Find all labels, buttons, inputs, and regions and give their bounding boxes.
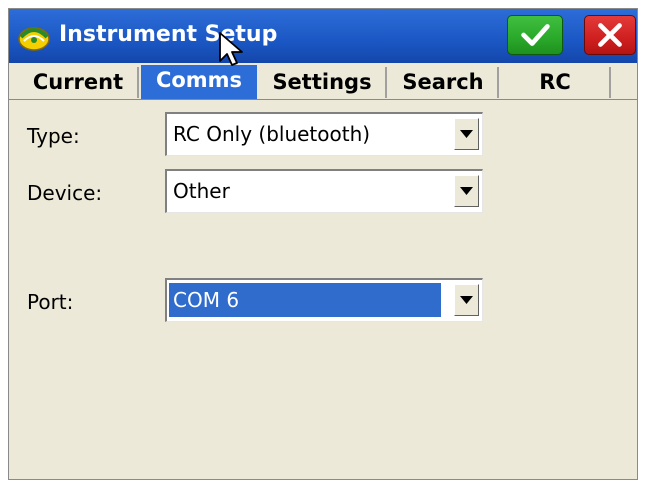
dropdown-arrow-icon <box>460 187 473 195</box>
ok-button[interactable] <box>507 15 563 55</box>
tab-comms[interactable]: Comms <box>141 65 257 99</box>
app-logo-icon <box>15 19 53 53</box>
dropdown-arrow-icon <box>460 296 473 304</box>
port-dropdown-button[interactable] <box>454 284 479 316</box>
tab-current[interactable]: Current <box>19 67 139 98</box>
device-dropdown-button[interactable] <box>454 175 479 207</box>
type-dropdown-button[interactable] <box>454 118 479 150</box>
title-bar: Instrument Setup <box>9 9 637 63</box>
type-dropdown[interactable]: RC Only (bluetooth) <box>165 112 483 156</box>
device-label: Device: <box>27 181 103 205</box>
device-dropdown[interactable]: Other <box>165 169 483 213</box>
close-x-icon <box>598 23 622 47</box>
mouse-cursor-icon <box>217 31 245 67</box>
close-button[interactable] <box>584 15 636 55</box>
tab-rc[interactable]: RC <box>501 67 611 98</box>
port-dropdown[interactable]: COM 6 <box>165 278 483 322</box>
tab-search[interactable]: Search <box>389 67 499 98</box>
port-label: Port: <box>27 290 74 314</box>
type-value: RC Only (bluetooth) <box>173 122 371 146</box>
dropdown-arrow-icon <box>460 130 473 138</box>
port-value: COM 6 <box>173 288 240 312</box>
device-value: Other <box>173 179 230 203</box>
checkmark-icon <box>521 24 550 46</box>
tab-settings[interactable]: Settings <box>259 67 387 98</box>
instrument-setup-window: Instrument Setup Current Comms Settings … <box>8 8 638 480</box>
type-label: Type: <box>27 124 80 148</box>
tab-strip: Current Comms Settings Search RC <box>9 63 637 100</box>
